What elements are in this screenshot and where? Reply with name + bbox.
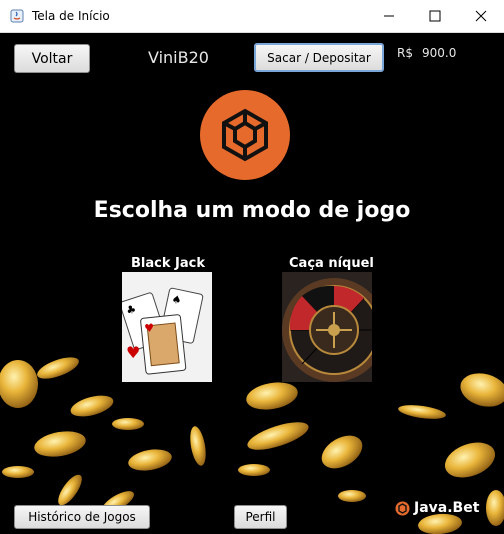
slot-machine-label: Caça níquel xyxy=(289,256,374,271)
deposit-withdraw-button[interactable]: Sacar / Depositar xyxy=(254,43,384,72)
svg-text:♥: ♥ xyxy=(126,343,140,362)
brand-logo-icon xyxy=(395,501,410,515)
roulette-wheel-image[interactable] xyxy=(282,272,372,382)
close-button[interactable] xyxy=(458,0,504,32)
username-label: ViniB20 xyxy=(148,48,209,67)
brand-mark: Java.Bet xyxy=(395,500,479,516)
minimize-icon xyxy=(384,15,394,17)
game-mode-heading: Escolha um modo de jogo xyxy=(93,198,411,223)
minimize-button[interactable] xyxy=(366,0,412,32)
close-icon xyxy=(475,10,487,22)
balance-value: 900.0 xyxy=(422,46,457,60)
app-window: Tela de Início Voltar ViniB20 Sacar / De… xyxy=(0,0,504,534)
java-bet-logo xyxy=(200,90,290,180)
blackjack-label: Black Jack xyxy=(131,256,205,271)
blackjack-cards-image[interactable]: ♣ ♠ ♥ ♥ xyxy=(122,272,212,382)
title-bar: Tela de Início xyxy=(0,0,504,33)
maximize-icon xyxy=(429,10,441,22)
game-history-button[interactable]: Histórico de Jogos xyxy=(14,505,150,529)
profile-button[interactable]: Perfil xyxy=(234,505,287,529)
java-app-icon xyxy=(10,9,24,23)
maximize-button[interactable] xyxy=(412,0,458,32)
currency-label: R$ xyxy=(397,46,413,60)
svg-text:♥: ♥ xyxy=(144,321,155,335)
back-button[interactable]: Voltar xyxy=(14,44,90,73)
brand-name: Java.Bet xyxy=(414,500,480,516)
window-title: Tela de Início xyxy=(32,9,110,23)
